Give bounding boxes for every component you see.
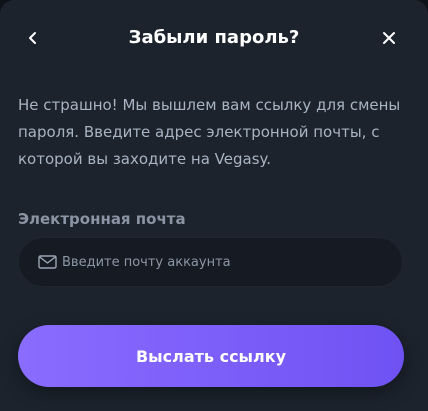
email-field-label: Электронная почта	[18, 210, 186, 228]
close-button[interactable]	[376, 25, 402, 51]
email-field[interactable]	[18, 237, 403, 287]
close-icon	[383, 32, 395, 44]
mail-icon	[38, 255, 57, 269]
modal-title: Забыли пароль?	[128, 27, 300, 48]
description-text: Не страшно! Мы вышлем вам ссылку для сме…	[18, 96, 401, 168]
forgot-password-modal: Забыли пароль? Не страшно! Мы вышлем вам…	[0, 0, 428, 411]
email-input[interactable]	[62, 247, 386, 277]
modal-header: Забыли пароль?	[0, 0, 428, 74]
send-link-button[interactable]: Выслать ссылку	[18, 325, 404, 387]
